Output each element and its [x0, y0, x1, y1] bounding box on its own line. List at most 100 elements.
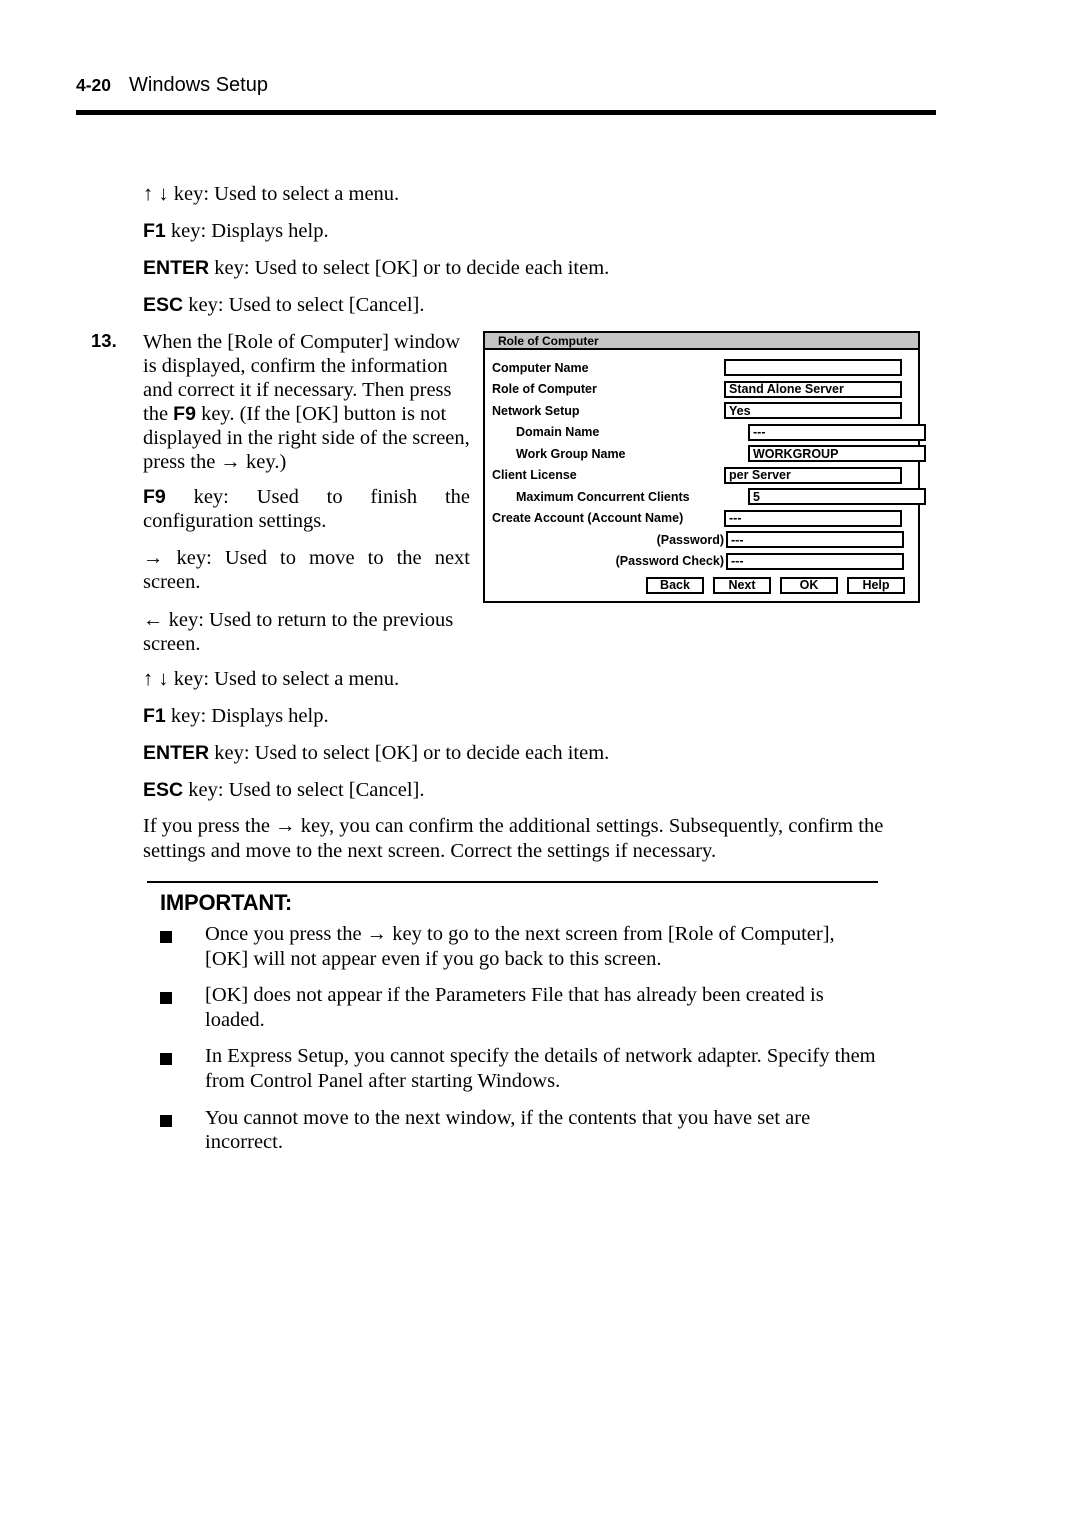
list-item-text: You cannot move to the next window, if t… [205, 1106, 811, 1154]
key-name-arrows: ↑ ↓ [143, 183, 169, 205]
field-row-maximum-concurrent-clients: Maximum Concurrent Clients 5 [492, 486, 926, 508]
key-desc: key: Used to select [OK] or to decide ea… [209, 257, 610, 279]
create-account-input[interactable]: --- [724, 509, 902, 527]
left-arrow-description: ← key: Used to return to the previous sc… [143, 608, 470, 656]
body-paragraph: If you press the → key, you can confirm … [143, 815, 884, 862]
help-button[interactable]: Help [847, 577, 905, 594]
key-desc: key: Used to select [Cancel]. [183, 779, 425, 801]
key-line-enter-top: ENTER key: Used to select [OK] or to dec… [143, 256, 609, 281]
field-row-password: (Password) --- [492, 529, 909, 551]
field-row-password-check: (Password Check) --- [492, 551, 909, 573]
list-item-text: Once you press the → key to go to the ne… [205, 923, 835, 970]
list-item-text: [OK] does not appear if the Parameters F… [205, 984, 824, 1031]
right-arrow-description: → key: Used to move to the next screen. [143, 546, 470, 594]
key-desc: key: Used to select [Cancel]. [183, 294, 425, 316]
key-line-f1-bottom: F1 key: Displays help. [143, 704, 329, 729]
important-bullet-list: Once you press the → key to go to the ne… [160, 922, 880, 1167]
key-name-enter: ENTER [143, 742, 210, 764]
field-label: Create Account (Account Name) [492, 511, 684, 525]
key-desc: key: Used to finish the configuration se… [143, 486, 470, 533]
square-bullet-icon [160, 1053, 172, 1066]
field-row-network-setup: Network Setup Yes [492, 400, 909, 422]
key-line-f1-top: F1 key: Displays help. [143, 219, 329, 244]
field-label: Computer Name [492, 360, 589, 375]
list-item: Once you press the → key to go to the ne… [160, 922, 880, 971]
field-row-role-of-computer: Role of Computer Stand Alone Server [492, 379, 909, 401]
domain-name-input[interactable]: --- [748, 423, 926, 441]
field-value: Yes [729, 403, 751, 418]
list-item: [OK] does not appear if the Parameters F… [160, 983, 880, 1032]
dialog-button-bar: Back Next OK Help [492, 572, 909, 596]
key-line-updown-top: ↑ ↓ key: Used to select a menu. [143, 182, 399, 207]
computer-name-input[interactable] [724, 359, 902, 377]
field-value: --- [753, 425, 766, 439]
document-page: 4-20 Windows Setup ↑ ↓ key: Used to sele… [0, 0, 1080, 1529]
f9-description: F9 key: Used to finish the configuration… [143, 485, 470, 533]
square-bullet-icon [160, 931, 172, 943]
key-line-esc-bottom: ESC key: Used to select [Cancel]. [143, 778, 424, 803]
dialog-title: Role of Computer [498, 333, 599, 348]
page-title: Windows Setup [129, 74, 268, 96]
key-name-esc: ESC [143, 779, 184, 801]
field-value: per Server [729, 468, 791, 482]
field-label: Work Group Name [516, 446, 626, 461]
field-label: Domain Name [516, 425, 600, 439]
field-label: Client License [492, 468, 577, 482]
header-divider [76, 110, 936, 115]
password-input[interactable]: --- [726, 531, 904, 549]
next-button[interactable]: Next [713, 577, 771, 594]
key-name-f1: F1 [143, 705, 166, 727]
field-label: (Password Check) [615, 554, 724, 568]
page-number: 4-20 [76, 75, 112, 95]
network-setup-input[interactable]: Yes [724, 402, 902, 420]
role-of-computer-dialog: Role of Computer Computer Name Role of C… [483, 331, 926, 603]
list-item: In Express Setup, you cannot specify the… [160, 1044, 880, 1093]
key-name-f9-desc: F9 [143, 486, 166, 508]
dialog-titlebar: Role of Computer [485, 333, 918, 350]
key-line-esc-top: ESC key: Used to select [Cancel]. [143, 293, 424, 318]
field-label: Role of Computer [492, 382, 597, 396]
key-name-esc: ESC [143, 294, 184, 316]
key-desc: key: Displays help. [165, 220, 329, 242]
key-name-f1: F1 [143, 220, 166, 242]
key-desc: key: Used to select [OK] or to decide ea… [209, 742, 610, 764]
dialog-body: Computer Name Role of Computer Stand Alo… [485, 350, 926, 601]
step-body-paragraph: When the [Role of Computer] window is di… [143, 330, 470, 474]
work-group-name-input[interactable]: WORKGROUP [748, 445, 926, 463]
password-check-input[interactable]: --- [726, 552, 904, 570]
field-value: --- [729, 511, 742, 525]
role-of-computer-input[interactable]: Stand Alone Server [724, 380, 902, 398]
key-line-enter-bottom: ENTER key: Used to select [OK] or to dec… [143, 741, 609, 766]
field-label: Network Setup [492, 403, 580, 418]
field-row-create-account: Create Account (Account Name) --- [492, 508, 909, 530]
key-desc: key: Displays help. [165, 705, 329, 727]
field-value: --- [731, 554, 744, 568]
field-row-work-group-name: Work Group Name WORKGROUP [492, 443, 926, 465]
field-value: WORKGROUP [753, 446, 839, 461]
key-name-enter: ENTER [143, 257, 210, 279]
list-item: You cannot move to the next window, if t… [160, 1106, 880, 1155]
key-desc: key: Used to select a menu. [168, 668, 400, 690]
field-value: Stand Alone Server [729, 382, 844, 396]
field-value: 5 [753, 489, 760, 504]
key-desc: key: Used to move to the next screen. [143, 547, 470, 594]
page-header: 4-20 Windows Setup [76, 74, 936, 97]
field-row-client-license: Client License per Server [492, 465, 909, 487]
ok-button[interactable]: OK [780, 577, 838, 594]
key-name-arrows: ↑ ↓ [143, 668, 169, 690]
field-row-domain-name: Domain Name --- [492, 422, 926, 444]
key-name-left-arrow: ← [143, 609, 164, 631]
maximum-concurrent-clients-input[interactable]: 5 [748, 488, 926, 506]
key-desc: key: Used to return to the previous scre… [143, 609, 454, 656]
field-value: --- [731, 532, 744, 547]
important-divider [147, 881, 878, 883]
key-name-right-arrow: → [143, 547, 164, 569]
square-bullet-icon [160, 992, 172, 1005]
back-button[interactable]: Back [646, 577, 704, 594]
key-desc: key: Used to select a menu. [168, 183, 400, 205]
key-line-updown-bottom: ↑ ↓ key: Used to select a menu. [143, 667, 399, 692]
square-bullet-icon [160, 1114, 172, 1127]
list-item-text: In Express Setup, you cannot specify the… [205, 1045, 876, 1092]
field-label: Maximum Concurrent Clients [516, 489, 690, 504]
client-license-input[interactable]: per Server [724, 466, 902, 484]
